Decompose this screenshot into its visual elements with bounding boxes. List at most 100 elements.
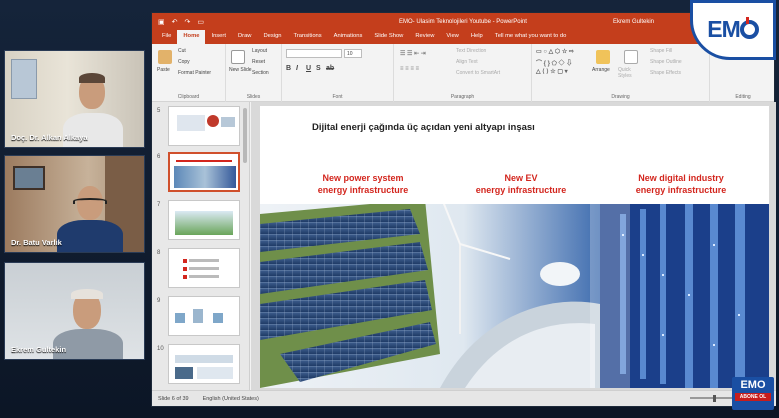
redo-icon[interactable]: ↷ (185, 18, 191, 26)
tab-view[interactable]: View (440, 30, 464, 44)
tab-help[interactable]: Help (465, 30, 489, 44)
title-bar: ▣ ↶ ↷ ▭ EMO- Ulasim Teknolojileri Youtub… (152, 13, 774, 30)
convert-smartart-button[interactable]: Convert to SmartArt (456, 70, 500, 76)
quick-access-toolbar: ▣ ↶ ↷ ▭ (158, 18, 204, 26)
slide-thumbnail[interactable] (168, 344, 240, 384)
bullets-icon[interactable]: ☰ ☰ ⇤ ⇥ (400, 50, 426, 57)
cut-button[interactable]: Cut (178, 48, 186, 54)
thumbnail-number: 7 (157, 202, 161, 208)
shadow-button[interactable]: S (316, 65, 321, 72)
group-label: Editing (735, 94, 751, 100)
tell-me-search[interactable]: Tell me what you want to do (489, 30, 573, 44)
thumbnail-number: 10 (157, 346, 164, 352)
font-family-select[interactable] (286, 49, 342, 58)
quick-styles-button[interactable]: Quick Styles (618, 67, 644, 79)
group-label: Drawing (611, 94, 630, 100)
paste-icon[interactable] (158, 50, 172, 64)
slide-title: Dijital enerji çağında üç açıdan yeni al… (312, 122, 535, 133)
slide-thumbnail[interactable] (168, 296, 240, 336)
slide-editor: Dijital enerji çağında üç açıdan yeni al… (251, 102, 776, 392)
zoom-slider-knob[interactable] (713, 395, 716, 402)
italic-button[interactable]: I (296, 65, 298, 72)
undo-icon[interactable]: ↶ (172, 18, 178, 26)
align-icon[interactable]: ≡ ≡ ≡ ≡ (400, 66, 419, 72)
tab-draw[interactable]: Draw (232, 30, 258, 44)
thumbnail-scrollbar[interactable] (243, 108, 247, 163)
energy-infrastructure-image (260, 204, 769, 388)
participant-tile[interactable]: Dr. Batu Varlık (4, 155, 145, 253)
tab-file[interactable]: File (156, 30, 177, 44)
tab-slide-show[interactable]: Slide Show (368, 30, 409, 44)
thumbnail-number: 5 (157, 108, 161, 114)
group-label: Font (332, 94, 343, 100)
layout-button[interactable]: Layout (252, 48, 267, 54)
slide-counter: Slide 6 of 39 (158, 395, 189, 402)
window-title: EMO- Ulasim Teknolojileri Youtube - Powe… (399, 18, 527, 25)
shapes-gallery-icon[interactable]: ▭ ○ △ ⬡ ☆ ⇨ (536, 48, 574, 55)
thumbnail-number: 6 (157, 154, 161, 160)
participant-name: Ekrem Gultekin (11, 345, 67, 354)
user-name[interactable]: Ekrem Gultekin (613, 19, 654, 25)
shapes-gallery-icon[interactable]: △ ⟨ ⟩ ☆ ▢ ▾ (536, 68, 568, 75)
format-painter-button[interactable]: Format Painter (178, 70, 211, 76)
powerpoint-window: ▣ ↶ ↷ ▭ EMO- Ulasim Teknolojileri Youtub… (151, 12, 776, 407)
language-indicator[interactable]: English (United States) (203, 396, 259, 402)
subscribe-badge[interactable]: EMO ABONE OL (732, 377, 774, 410)
video-conference-stage: Doç. Dr. Alkan Alkaya Dr. Batu Varlık Ek… (0, 0, 779, 418)
paste-button[interactable]: Paste (157, 67, 170, 73)
group-label: Paragraph (450, 94, 475, 100)
shape-outline-button[interactable]: Shape Outline (650, 59, 682, 65)
tab-transitions[interactable]: Transitions (288, 30, 328, 44)
logo-text: EM (707, 16, 759, 43)
bold-button[interactable]: B (286, 65, 291, 72)
tab-animations[interactable]: Animations (328, 30, 369, 44)
slide-canvas[interactable]: Dijital enerji çağında üç açıdan yeni al… (260, 106, 769, 388)
arrange-button[interactable]: Arrange (592, 67, 610, 73)
start-presentation-icon[interactable]: ▭ (197, 18, 204, 26)
tab-review[interactable]: Review (409, 30, 440, 44)
strikethrough-button[interactable]: ab (326, 65, 334, 72)
clipboard-group: Paste Cut Copy Format Painter Clipboard (152, 44, 226, 102)
slides-group: New Slide Layout Reset Section Slides (226, 44, 282, 102)
save-icon[interactable]: ▣ (158, 18, 165, 26)
tab-insert[interactable]: Insert (205, 30, 232, 44)
font-size-select[interactable]: 10 (344, 49, 362, 58)
shape-fill-button[interactable]: Shape Fill (650, 48, 672, 54)
new-slide-button[interactable]: New Slide (229, 67, 252, 73)
group-label: Clipboard (177, 94, 200, 100)
shape-effects-button[interactable]: Shape Effects (650, 70, 681, 76)
headset-icon (73, 198, 107, 204)
slide-thumbnail[interactable] (168, 248, 240, 288)
shapes-gallery-icon[interactable]: ⌒ { } ⬠ ◇ ⇩ (536, 58, 572, 67)
align-text-button[interactable]: Align Text (456, 59, 478, 65)
thumbnail-number: 9 (157, 298, 161, 304)
power-icon (739, 17, 759, 39)
participant-tile[interactable]: Ekrem Gultekin (4, 262, 145, 360)
thumbnail-number: 8 (157, 250, 161, 256)
font-group: 10 B I U S ab Font (282, 44, 394, 102)
column-heading: New power system energy infrastructure (317, 173, 409, 195)
ribbon: Paste Cut Copy Format Painter Clipboard … (152, 44, 774, 102)
arrange-icon[interactable] (596, 50, 610, 64)
slide-thumbnail-selected[interactable] (168, 152, 240, 192)
subscribe-label: ABONE OL (735, 393, 771, 401)
slide-thumbnail[interactable] (168, 200, 240, 240)
tab-home[interactable]: Home (177, 30, 206, 44)
quick-styles-icon[interactable] (624, 50, 638, 64)
tab-design[interactable]: Design (257, 30, 287, 44)
ribbon-tabs: File Home Insert Draw Design Transitions… (152, 30, 774, 44)
reset-button[interactable]: Reset (252, 59, 265, 65)
badge-logo-text: EMO (740, 379, 766, 391)
participant-name: Doç. Dr. Alkan Alkaya (11, 133, 88, 142)
section-button[interactable]: Section (252, 70, 269, 76)
paragraph-group: Text Direction Align Text Convert to Sma… (394, 44, 532, 102)
participant-tile[interactable]: Doç. Dr. Alkan Alkaya (4, 50, 145, 148)
group-label: Slides (246, 94, 261, 100)
underline-button[interactable]: U (306, 65, 311, 72)
slide-thumbnail[interactable] (168, 106, 240, 146)
text-direction-button[interactable]: Text Direction (456, 48, 486, 54)
status-bar: Slide 6 of 39 English (United States) (152, 390, 776, 406)
copy-button[interactable]: Copy (178, 59, 190, 65)
new-slide-icon[interactable] (231, 50, 245, 64)
drawing-group: ▭ ○ △ ⬡ ☆ ⇨ ⌒ { } ⬠ ◇ ⇩ △ ⟨ ⟩ ☆ ▢ ▾ Arra… (532, 44, 710, 102)
